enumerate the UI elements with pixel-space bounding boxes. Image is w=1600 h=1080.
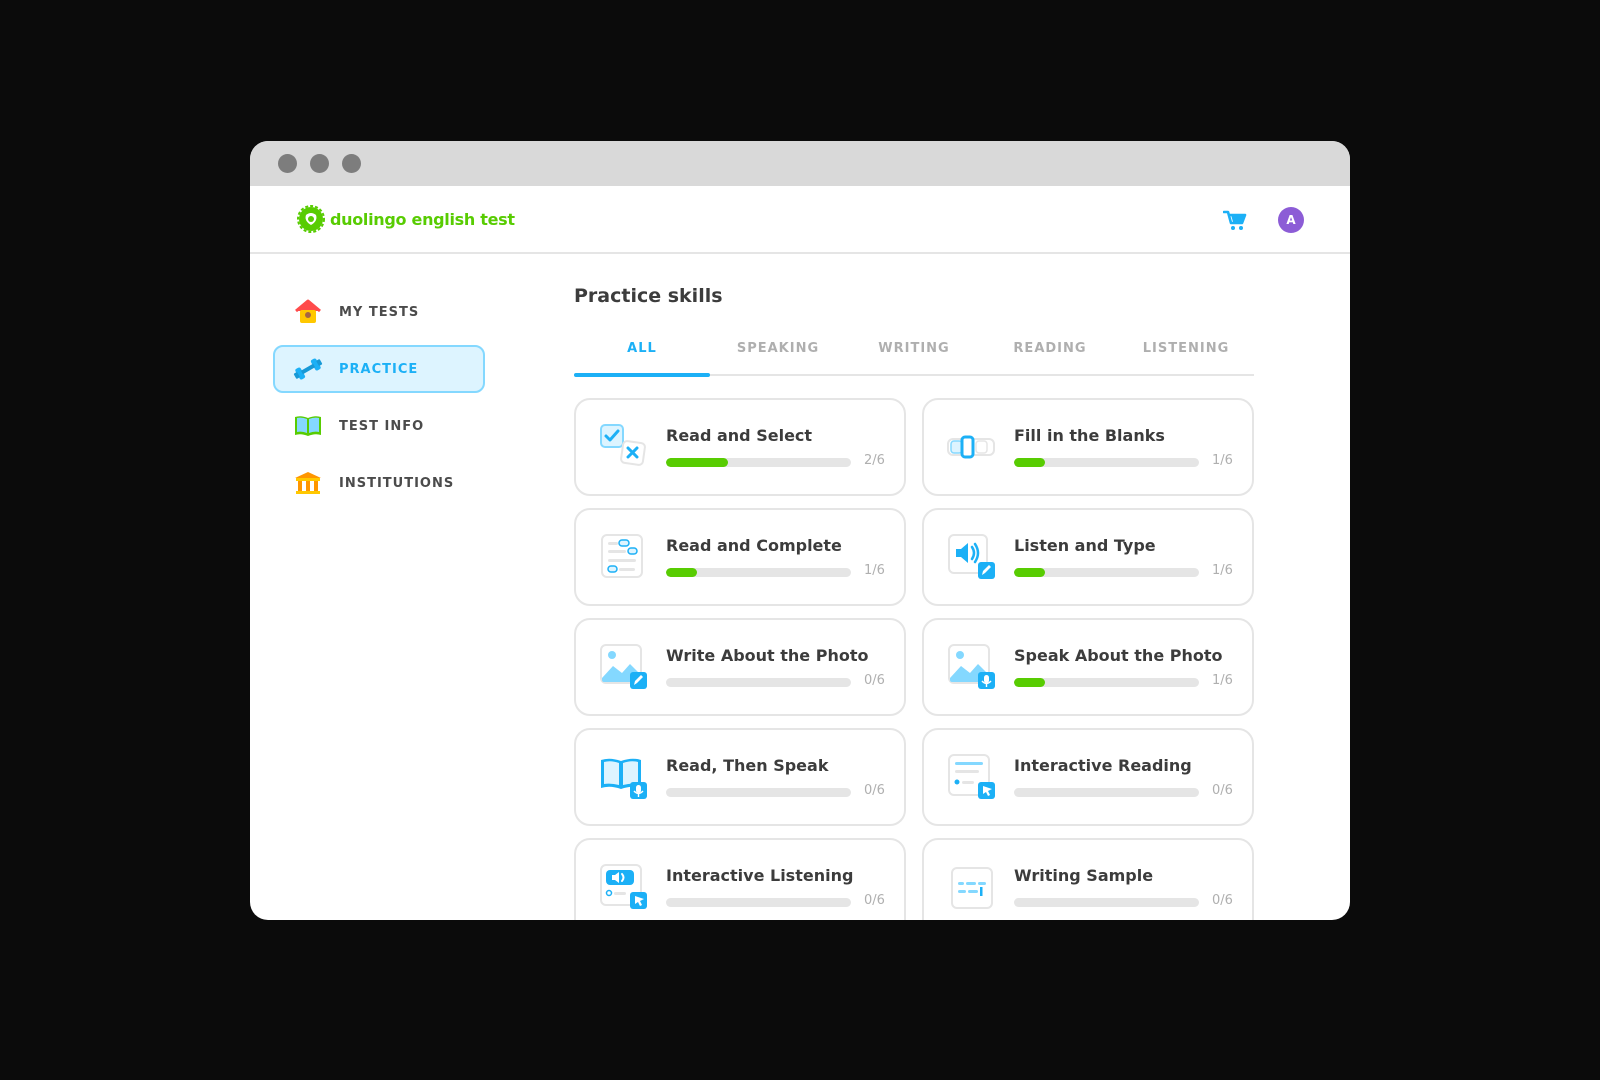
skill-count: 1/6 bbox=[1212, 673, 1233, 688]
skill-progress-bar bbox=[666, 568, 851, 577]
sidebar-item-label: PRACTICE bbox=[339, 361, 419, 377]
skill-progress-fill bbox=[1014, 678, 1045, 687]
interactive-listening-icon bbox=[600, 864, 647, 909]
skill-count: 1/6 bbox=[864, 563, 885, 578]
skill-card-read-then-speak[interactable]: Read, Then Speak 0/6 bbox=[574, 728, 906, 826]
sidebar-nav: MY TESTS PRACTICE TEST INFO INSTITUTIONS bbox=[273, 288, 485, 516]
book-icon bbox=[291, 412, 325, 440]
skill-count: 1/6 bbox=[1212, 453, 1233, 468]
dumbbell-icon bbox=[291, 355, 325, 383]
skill-count: 0/6 bbox=[864, 673, 885, 688]
fill-blanks-icon bbox=[947, 435, 995, 459]
skill-card-writing-sample[interactable]: Writing Sample 0/6 bbox=[922, 838, 1254, 920]
institution-icon bbox=[291, 469, 325, 497]
sidebar-item-test-info[interactable]: TEST INFO bbox=[273, 402, 485, 450]
main-content: Practice skills ALL SPEAKING WRITING REA… bbox=[574, 281, 1254, 920]
skill-title: Interactive Listening bbox=[666, 866, 854, 885]
sidebar-item-practice[interactable]: PRACTICE bbox=[273, 345, 485, 393]
skill-count: 0/6 bbox=[1212, 893, 1233, 908]
skill-progress-bar bbox=[1014, 458, 1199, 467]
skill-count: 1/6 bbox=[1212, 563, 1233, 578]
skills-grid: Read and Select 2/6 Fill in the Blanks 1… bbox=[574, 398, 1254, 920]
duolingo-owl-icon bbox=[297, 205, 325, 233]
skill-tabs: ALL SPEAKING WRITING READING LISTENING bbox=[574, 333, 1254, 377]
skill-progress-fill bbox=[666, 568, 697, 577]
skill-title: Listen and Type bbox=[1014, 536, 1156, 555]
skill-title: Writing Sample bbox=[1014, 866, 1154, 885]
sidebar-item-label: TEST INFO bbox=[339, 418, 425, 434]
tab-reading[interactable]: READING bbox=[982, 333, 1118, 374]
sidebar-item-institutions[interactable]: INSTITUTIONS bbox=[273, 459, 485, 507]
skill-title: Read, Then Speak bbox=[666, 756, 829, 775]
skill-count: 0/6 bbox=[864, 893, 885, 908]
skill-progress-fill bbox=[1014, 458, 1045, 467]
skill-card-write-about-the-photo[interactable]: Write About the Photo 0/6 bbox=[574, 618, 906, 716]
house-icon bbox=[291, 298, 325, 326]
read-speak-icon bbox=[601, 758, 647, 799]
duolingo-logo[interactable]: duolingo english test bbox=[297, 205, 515, 233]
skill-progress-bar bbox=[666, 458, 851, 467]
skill-progress-bar bbox=[1014, 568, 1199, 577]
skill-card-interactive-reading[interactable]: Interactive Reading 0/6 bbox=[922, 728, 1254, 826]
skill-card-listen-and-type[interactable]: Listen and Type 1/6 bbox=[922, 508, 1254, 606]
skill-progress-bar bbox=[1014, 788, 1199, 797]
listen-type-icon bbox=[948, 534, 995, 579]
skill-card-read-and-complete[interactable]: Read and Complete 1/6 bbox=[574, 508, 906, 606]
skill-title: Write About the Photo bbox=[666, 646, 869, 665]
skill-progress-fill bbox=[666, 458, 728, 467]
tab-speaking[interactable]: SPEAKING bbox=[710, 333, 846, 374]
skill-title: Speak About the Photo bbox=[1014, 646, 1223, 665]
skill-count: 0/6 bbox=[864, 783, 885, 798]
user-avatar[interactable]: A bbox=[1278, 207, 1304, 233]
sidebar-item-label: INSTITUTIONS bbox=[339, 475, 455, 491]
top-navbar: duolingo english test A bbox=[250, 186, 1350, 254]
skill-progress-bar bbox=[666, 678, 851, 687]
skill-card-interactive-listening[interactable]: Interactive Listening 0/6 bbox=[574, 838, 906, 920]
window-titlebar bbox=[250, 141, 1350, 186]
cart-icon[interactable] bbox=[1223, 209, 1247, 231]
skill-card-read-and-select[interactable]: Read and Select 2/6 bbox=[574, 398, 906, 496]
tab-writing[interactable]: WRITING bbox=[846, 333, 982, 374]
skill-progress-fill bbox=[1014, 568, 1045, 577]
speak-photo-icon bbox=[948, 644, 995, 689]
app-window: duolingo english test A MY TESTS PRACTIC… bbox=[250, 141, 1350, 920]
logo-text: duolingo english test bbox=[330, 209, 515, 229]
sidebar-item-my-tests[interactable]: MY TESTS bbox=[273, 288, 485, 336]
window-maximize-button[interactable] bbox=[342, 154, 361, 173]
skill-title: Read and Complete bbox=[666, 536, 842, 555]
skill-count: 0/6 bbox=[1212, 783, 1233, 798]
tab-all[interactable]: ALL bbox=[574, 333, 710, 377]
skill-progress-bar bbox=[1014, 678, 1199, 687]
read-complete-icon bbox=[601, 534, 643, 578]
interactive-reading-icon bbox=[948, 754, 995, 799]
skill-card-speak-about-the-photo[interactable]: Speak About the Photo 1/6 bbox=[922, 618, 1254, 716]
skill-title: Interactive Reading bbox=[1014, 756, 1192, 775]
skill-progress-bar bbox=[1014, 898, 1199, 907]
window-close-button[interactable] bbox=[278, 154, 297, 173]
read-select-icon bbox=[600, 424, 646, 466]
skill-count: 2/6 bbox=[864, 453, 885, 468]
skill-title: Read and Select bbox=[666, 426, 813, 445]
skill-title: Fill in the Blanks bbox=[1014, 426, 1165, 445]
window-minimize-button[interactable] bbox=[310, 154, 329, 173]
tab-listening[interactable]: LISTENING bbox=[1118, 333, 1254, 374]
page-title: Practice skills bbox=[574, 285, 723, 307]
skill-progress-bar bbox=[666, 788, 851, 797]
writing-sample-icon bbox=[951, 867, 993, 909]
sidebar-item-label: MY TESTS bbox=[339, 304, 420, 320]
skill-card-fill-in-the-blanks[interactable]: Fill in the Blanks 1/6 bbox=[922, 398, 1254, 496]
skill-progress-bar bbox=[666, 898, 851, 907]
write-photo-icon bbox=[600, 644, 647, 689]
